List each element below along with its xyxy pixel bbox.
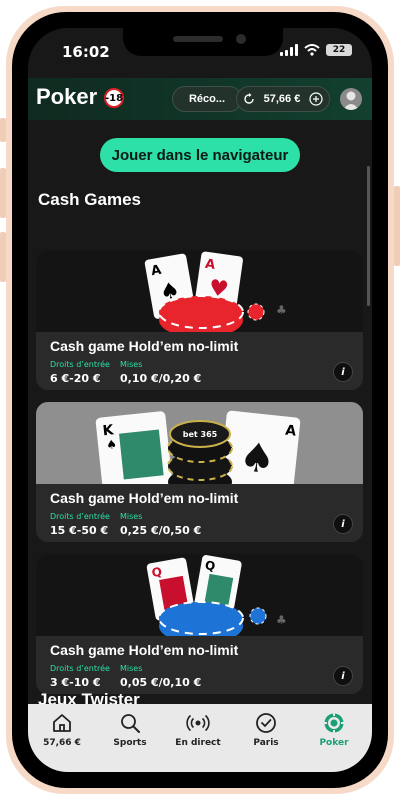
entry-fee-value: 6 €-20 €: [50, 372, 101, 385]
home-icon: [53, 714, 71, 732]
balance-button[interactable]: 57,66 €: [236, 86, 330, 112]
play-in-browser-button[interactable]: Jouer dans le navigateur: [100, 138, 300, 172]
status-time: 16:02: [62, 43, 110, 61]
section-title: Cash Games: [38, 190, 141, 209]
card-title: Cash game Hold’em no-limit: [50, 338, 239, 354]
plus-circle-icon: [309, 92, 323, 106]
user-icon[interactable]: [340, 88, 362, 110]
nav-bets-label: Paris: [253, 738, 279, 748]
card-title: Cash game Hold’em no-limit: [50, 490, 239, 506]
bottom-nav: 57,66 € Sports En direct Paris Poker: [28, 704, 372, 772]
nav-sports-label: Sports: [113, 738, 147, 748]
card-illustration: K ♠ A ♠ bet 365: [36, 402, 363, 484]
app-header: Poker -18 Réco... 57,66 €: [28, 78, 372, 120]
nav-bets[interactable]: Paris: [232, 704, 300, 772]
entry-fee-label: Droits d’entrée: [50, 512, 110, 521]
game-card[interactable]: K ♠ A ♠ bet 365 Cash game Hold’em no-lim…: [36, 402, 363, 542]
card-illustration: A ♠ A ♥ ♣: [36, 250, 363, 332]
side-button: [0, 168, 6, 218]
nav-live[interactable]: En direct: [164, 704, 232, 772]
entry-fee-value: 3 €-10 €: [50, 676, 101, 689]
battery-icon: 22: [326, 44, 352, 56]
reconnect-label: Réco...: [188, 93, 226, 105]
info-icon[interactable]: i: [333, 362, 353, 382]
status-icons: 22: [280, 44, 352, 56]
stakes-label: Mises: [120, 664, 143, 673]
stakes-value: 0,05 €/0,10 €: [120, 676, 202, 689]
stakes-value: 0,10 €/0,20 €: [120, 372, 202, 385]
entry-fee-value: 15 €-50 €: [50, 524, 109, 537]
nav-sports[interactable]: Sports: [96, 704, 164, 772]
entry-fee-label: Droits d’entrée: [50, 664, 110, 673]
status-bar: 16:02 22: [28, 28, 372, 78]
side-button: [0, 232, 6, 282]
balance-value: 57,66 €: [263, 93, 301, 105]
nav-home-label: 57,66 €: [43, 738, 81, 748]
entry-fee-label: Droits d’entrée: [50, 360, 110, 369]
reconnect-button[interactable]: Réco...: [172, 86, 242, 112]
svg-text:A: A: [285, 423, 298, 440]
stakes-value: 0,25 €/0,50 €: [120, 524, 202, 537]
chip-logo: bet 365: [183, 430, 218, 439]
brand-title: Poker: [36, 84, 98, 109]
nav-poker-label: Poker: [319, 738, 349, 748]
scrollbar[interactable]: [367, 166, 370, 306]
nav-home[interactable]: 57,66 €: [28, 704, 96, 772]
side-button: [394, 186, 400, 266]
svg-text:♣: ♣: [276, 613, 287, 627]
info-icon[interactable]: i: [333, 666, 353, 686]
poker-chip-icon: [324, 713, 344, 733]
check-circle-icon: [256, 713, 276, 733]
search-icon: [121, 714, 140, 733]
nav-poker[interactable]: Poker: [300, 704, 368, 772]
game-card[interactable]: Q Q ♣ Cash game Hold’em no-limit Droits …: [36, 554, 363, 694]
signal-icon: [280, 44, 298, 56]
notch: [123, 28, 283, 56]
live-icon: [186, 714, 210, 732]
refresh-icon: [244, 93, 254, 104]
speaker: [173, 36, 223, 42]
svg-text:♠: ♠: [237, 434, 277, 483]
game-card[interactable]: A ♠ A ♥ ♣ Cash game Hold’em no-limit Dro…: [36, 250, 363, 390]
stakes-label: Mises: [120, 512, 143, 521]
svg-text:♣: ♣: [276, 303, 287, 317]
camera: [236, 34, 246, 44]
card-illustration: Q Q ♣: [36, 554, 363, 636]
side-button: [0, 118, 6, 142]
stakes-label: Mises: [120, 360, 143, 369]
nav-live-label: En direct: [175, 738, 221, 748]
info-icon[interactable]: i: [333, 514, 353, 534]
main-content: Jouer dans le navigateur Cash Games A ♠ …: [28, 120, 372, 734]
age-restriction-badge: -18: [104, 88, 124, 108]
card-title: Cash game Hold’em no-limit: [50, 642, 239, 658]
wifi-icon: [304, 44, 320, 56]
svg-text:♠: ♠: [105, 437, 117, 452]
app-screen: 16:02 22 Poker -18 Réco... 57,66 € Jouer…: [28, 28, 372, 772]
svg-text:A: A: [204, 257, 216, 273]
